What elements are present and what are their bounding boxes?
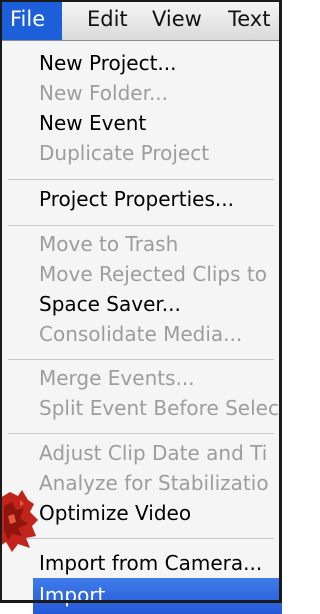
- menu-separator: [8, 225, 274, 226]
- menu-item-import-from-camera[interactable]: Import from Camera...: [39, 548, 262, 578]
- menu-bar: File Edit View Text: [0, 0, 282, 41]
- menu-item-consolidate-media: Consolidate Media...: [39, 322, 243, 346]
- menu-item-adjust-clip-date: Adjust Clip Date and Ti: [39, 441, 268, 465]
- menu-item-duplicate-project: Duplicate Project: [39, 141, 210, 165]
- menu-item-move-to-trash: Move to Trash: [39, 232, 179, 256]
- menu-item-new-project[interactable]: New Project...: [39, 48, 176, 78]
- menu-item-project-properties[interactable]: Project Properties...: [39, 184, 234, 214]
- menu-item-import[interactable]: Import: [33, 578, 282, 614]
- file-menu-dropdown: New Project... New Folder... New Event D…: [0, 41, 282, 614]
- menu-item-move-rejected-clips: Move Rejected Clips to: [39, 262, 267, 286]
- menu-item-split-event: Split Event Before Selec: [39, 396, 279, 420]
- menu-separator: [8, 433, 274, 434]
- menu-item-import-label: Import: [39, 583, 106, 607]
- menu-item-new-event[interactable]: New Event: [39, 108, 146, 138]
- menu-separator: [8, 538, 274, 539]
- menu-edit[interactable]: Edit: [87, 0, 128, 40]
- menu-separator: [8, 359, 274, 360]
- red-texture-artifact: [0, 490, 38, 552]
- menu-item-analyze-stabilization: Analyze for Stabilizatio: [39, 471, 269, 495]
- menu-view[interactable]: View: [152, 0, 202, 40]
- menu-item-space-saver[interactable]: Space Saver...: [39, 289, 181, 319]
- menu-text[interactable]: Text: [228, 0, 270, 40]
- menu-separator: [8, 179, 274, 180]
- menu-item-optimize-video[interactable]: Optimize Video: [39, 498, 191, 528]
- menu-file[interactable]: File: [0, 0, 62, 40]
- menu-item-merge-events: Merge Events...: [39, 366, 195, 390]
- menu-item-new-folder: New Folder...: [39, 81, 169, 105]
